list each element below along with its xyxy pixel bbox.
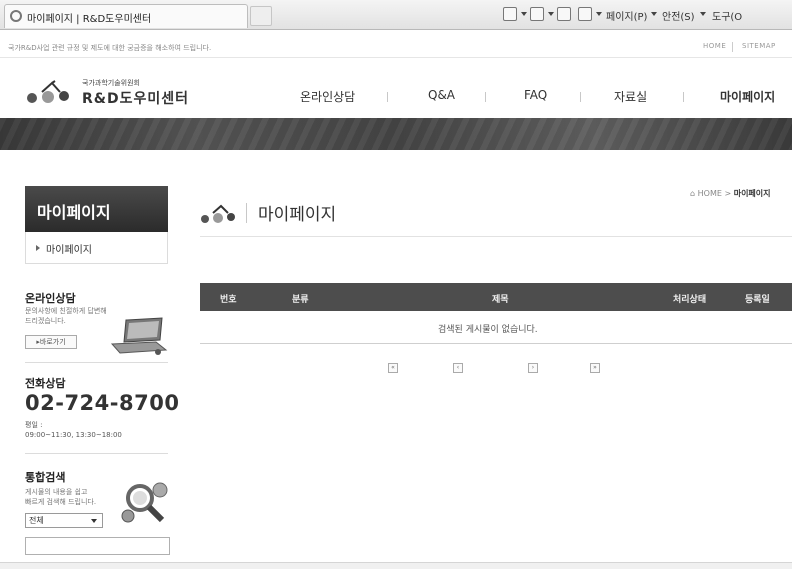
home-dropdown-icon[interactable] [521,12,527,16]
new-tab-button[interactable] [250,6,272,26]
sidebar-divider [25,453,168,454]
mail-icon[interactable] [557,7,571,21]
search-input[interactable] [25,537,170,555]
print-dropdown-icon[interactable] [596,12,602,16]
site-notice: 국가R&D사업 관련 규정 및 제도에 대한 궁금증을 해소하여 드립니다. [8,44,212,52]
column-header-category: 분류 [292,295,309,305]
safety-menu-caret-icon [700,12,706,16]
column-header-title: 제목 [492,295,509,305]
sidebar-divider [25,362,168,363]
nav-online-consult[interactable]: 온라인상담 [300,88,355,105]
nav-library[interactable]: 자료실 [614,88,647,105]
magnifier-gear-icon [121,482,168,523]
page-menu[interactable]: 페이지(P) [606,8,647,23]
home-icon[interactable]: ⌂ [690,189,698,198]
logo-subtitle: 국가과학기술위원회 [82,79,140,87]
table-header: 번호 분류 제목 처리상태 등록일 [200,283,792,311]
chevron-down-icon [91,519,97,523]
empty-message: 검색된 게시물이 없습니다. [438,325,538,335]
integrated-search-title: 통합검색 [25,471,66,484]
nav-divider [387,92,388,102]
phone-consult-title: 전화상담 [25,377,66,390]
last-page-icon[interactable]: » [590,363,600,373]
browser-globe-icon [10,10,22,22]
nav-qna[interactable]: Q&A [428,88,455,102]
breadcrumb-home[interactable]: HOME [698,189,722,198]
search-category-select[interactable]: 전체 [25,513,103,528]
hours-label: 평일 : [25,421,43,429]
prev-page-icon[interactable]: ‹ [453,363,463,373]
nav-mypage[interactable]: 마이페이지 [720,88,775,105]
next-page-icon[interactable]: › [528,363,538,373]
tools-menu[interactable]: 도구(O [712,8,742,23]
sidebar-title-box: 마이페이지 [25,186,168,232]
nav-divider [580,92,581,102]
column-header-number: 번호 [220,295,237,305]
util-sitemap-link[interactable]: SITEMAP [742,42,776,50]
table-row: 검색된 게시물이 없습니다. [200,311,792,344]
home-icon[interactable] [503,7,517,21]
go-button-label: 바로가기 [39,338,66,346]
sidebar-title: 마이페이지 [37,203,111,222]
safety-menu[interactable]: 안전(S) [662,8,695,23]
browser-toolbar: 마이페이지 | R&D도우미센터 페이지(P) 안전(S) 도구(O [0,0,792,30]
logo-title[interactable]: R&D도우미센터 [82,88,189,108]
first-page-icon[interactable]: « [388,363,398,373]
util-home-link[interactable]: HOME [703,42,726,50]
phone-number: 02-724-8700 [25,391,180,415]
feed-dropdown-icon[interactable] [548,12,554,16]
top-info-strip: 국가R&D사업 관련 규정 및 제도에 대한 궁금증을 해소하여 드립니다. H… [0,38,792,58]
header-banner [0,118,792,150]
nav-divider [485,92,486,102]
sidebar-item-label: 마이페이지 [46,245,92,256]
online-consult-desc-line: 문의사항에 친절하게 답변해 [25,307,107,315]
breadcrumb: ⌂ HOME > 마이페이지 [690,188,771,199]
title-divider [246,203,247,223]
sidebar-item-mypage[interactable]: 마이페이지 [25,232,168,264]
online-consult-go-button[interactable]: ▸바로가기 [25,335,77,349]
hours-value: 09:00~11:30, 13:30~18:00 [25,431,122,439]
online-consult-title: 온라인상담 [25,292,76,305]
browser-tab[interactable]: 마이페이지 | R&D도우미센터 [4,4,248,28]
bullet-icon [36,245,40,251]
column-header-date: 등록일 [745,295,770,305]
laptop-icon [110,317,168,355]
select-value: 전체 [29,516,44,525]
page-menu-caret-icon [651,12,657,16]
page-bottom-edge [0,562,792,569]
tab-title: 마이페이지 | R&D도우미센터 [27,14,152,25]
logo-mark-icon[interactable] [26,80,82,106]
content-divider [200,236,792,237]
print-icon[interactable] [578,7,592,21]
nav-faq[interactable]: FAQ [524,88,547,102]
page-title-icon [201,204,235,223]
util-divider [732,42,733,52]
column-header-status: 처리상태 [673,295,707,305]
breadcrumb-current: 마이페이지 [733,189,771,198]
page-title: 마이페이지 [258,205,337,225]
feed-icon[interactable] [530,7,544,21]
nav-divider [683,92,684,102]
breadcrumb-separator: > [724,189,732,198]
